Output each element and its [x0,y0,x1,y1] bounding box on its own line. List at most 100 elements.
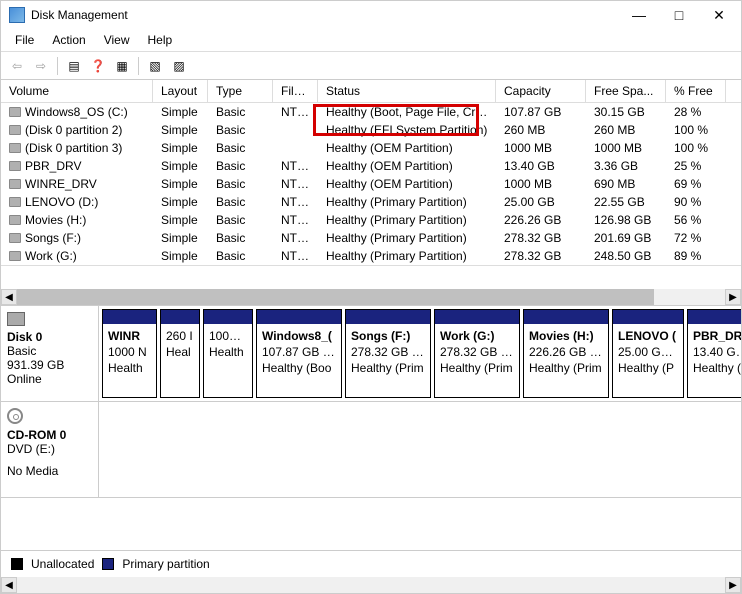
table-row[interactable]: WINRE_DRVSimpleBasicNTFSHealthy (OEM Par… [1,175,741,193]
cell-pct: 90 % [666,193,726,211]
scroll-right-icon[interactable]: ▶ [725,577,741,593]
partition-bar [161,310,199,324]
toolbar-icon-5[interactable]: ▨ [169,56,189,76]
cell-capacity: 107.87 GB [496,103,586,121]
disk-info[interactable]: Disk 0Basic931.39 GBOnline [1,306,99,401]
header-volume[interactable]: Volume [1,80,153,102]
partition[interactable]: PBR_DRV13.40 GB NHealthy (O [687,309,741,398]
header-status[interactable]: Status [318,80,496,102]
list-hscrollbar[interactable]: ◀ ▶ [1,289,741,305]
table-row[interactable]: Movies (H:)SimpleBasicNTFSHealthy (Prima… [1,211,741,229]
volume-name: PBR_DRV [25,159,81,173]
cell-capacity: 278.32 GB [496,247,586,265]
maximize-button[interactable]: □ [659,2,699,28]
table-row[interactable]: LENOVO (D:)SimpleBasicNTFSHealthy (Prima… [1,193,741,211]
scroll-left-icon[interactable]: ◀ [1,577,17,593]
scroll-left-icon[interactable]: ◀ [1,289,17,305]
header-capacity[interactable]: Capacity [496,80,586,102]
volume-name: Songs (F:) [25,231,81,245]
disk-state: No Media [7,464,92,478]
window-title: Disk Management [31,8,619,22]
header-type[interactable]: Type [208,80,273,102]
legend-primary-swatch [102,558,114,570]
menu-action[interactable]: Action [44,31,93,49]
disk-label: Disk 0 [7,330,92,344]
cell-file: NTFS [273,229,318,247]
partition[interactable]: Work (G:)278.32 GB NTFHealthy (Prim [434,309,520,398]
volume-list: Volume Layout Type File... Status Capaci… [1,80,741,265]
cell-layout: Simple [153,157,208,175]
partition[interactable]: 1000 NHealth [203,309,253,398]
cell-capacity: 25.00 GB [496,193,586,211]
volume-name: LENOVO (D:) [25,195,98,209]
menu-bar: File Action View Help [1,29,741,52]
partition-size: 107.87 GB NT [262,344,336,360]
cell-status: Healthy (Primary Partition) [318,193,496,211]
partition-name: Songs (F:) [351,328,425,344]
toolbar-icon-2[interactable]: ❓ [88,56,108,76]
cell-layout: Simple [153,121,208,139]
table-row[interactable]: Songs (F:)SimpleBasicNTFSHealthy (Primar… [1,229,741,247]
cell-status: Healthy (Primary Partition) [318,247,496,265]
cell-pct: 100 % [666,139,726,157]
cell-file: NTFS [273,193,318,211]
cell-file: NTFS [273,103,318,121]
partition[interactable]: 260 IHeal [160,309,200,398]
cell-status: Healthy (Primary Partition) [318,211,496,229]
table-row[interactable]: PBR_DRVSimpleBasicNTFSHealthy (OEM Parti… [1,157,741,175]
partition[interactable]: LENOVO (25.00 GB NTHealthy (P [612,309,684,398]
cell-capacity: 13.40 GB [496,157,586,175]
menu-view[interactable]: View [96,31,138,49]
legend: Unallocated Primary partition [1,550,741,577]
volume-icon [9,179,21,189]
close-button[interactable]: ✕ [699,2,739,28]
toolbar-icon-1[interactable]: ▤ [64,56,84,76]
table-row[interactable]: (Disk 0 partition 3)SimpleBasicHealthy (… [1,139,741,157]
toolbar-icon-3[interactable]: ▦ [112,56,132,76]
header-free[interactable]: Free Spa... [586,80,666,102]
cell-status: Healthy (OEM Partition) [318,157,496,175]
cell-layout: Simple [153,229,208,247]
cell-type: Basic [208,229,273,247]
disk-row: Disk 0Basic931.39 GBOnlineWINR1000 NHeal… [1,306,741,402]
partition-size: 1000 N [108,344,151,360]
table-row[interactable]: (Disk 0 partition 2)SimpleBasicHealthy (… [1,121,741,139]
partition-size: 1000 N [209,328,247,344]
cell-file [273,121,318,139]
partition[interactable]: Windows8_(107.87 GB NTHealthy (Boo [256,309,342,398]
cell-type: Basic [208,175,273,193]
cell-pct: 25 % [666,157,726,175]
volume-name: Windows8_OS (C:) [25,105,128,119]
cell-free: 201.69 GB [586,229,666,247]
disk-info[interactable]: CD-ROM 0DVD (E:)No Media [1,402,99,497]
toolbar: ⇦ ⇨ ▤ ❓ ▦ ▧ ▨ [1,52,741,80]
volume-name: Work (G:) [25,249,77,263]
cell-pct: 89 % [666,247,726,265]
partition-bar [613,310,683,324]
cell-type: Basic [208,193,273,211]
partition[interactable]: WINR1000 NHealth [102,309,157,398]
header-pctfree[interactable]: % Free [666,80,726,102]
minimize-button[interactable]: — [619,2,659,28]
table-row[interactable]: Windows8_OS (C:)SimpleBasicNTFSHealthy (… [1,103,741,121]
partition-name: Work (G:) [440,328,514,344]
partition-size: 278.32 GB NTF [440,344,514,360]
volume-icon [9,197,21,207]
cell-file [273,139,318,157]
menu-help[interactable]: Help [140,31,181,49]
partition-name: WINR [108,328,151,344]
menu-file[interactable]: File [7,31,42,49]
toolbar-icon-4[interactable]: ▧ [145,56,165,76]
header-layout[interactable]: Layout [153,80,208,102]
header-filesystem[interactable]: File... [273,80,318,102]
diskmap-hscrollbar[interactable]: ◀ ▶ [1,577,741,593]
partition-status: Healthy (O [693,360,741,376]
back-icon: ⇦ [7,56,27,76]
partition[interactable]: Songs (F:)278.32 GB NTFHealthy (Prim [345,309,431,398]
scroll-right-icon[interactable]: ▶ [725,289,741,305]
cell-type: Basic [208,103,273,121]
disk-type: Basic [7,344,92,358]
table-row[interactable]: Work (G:)SimpleBasicNTFSHealthy (Primary… [1,247,741,265]
partition[interactable]: Movies (H:)226.26 GB NTFHealthy (Prim [523,309,609,398]
partition-bar [688,310,741,324]
